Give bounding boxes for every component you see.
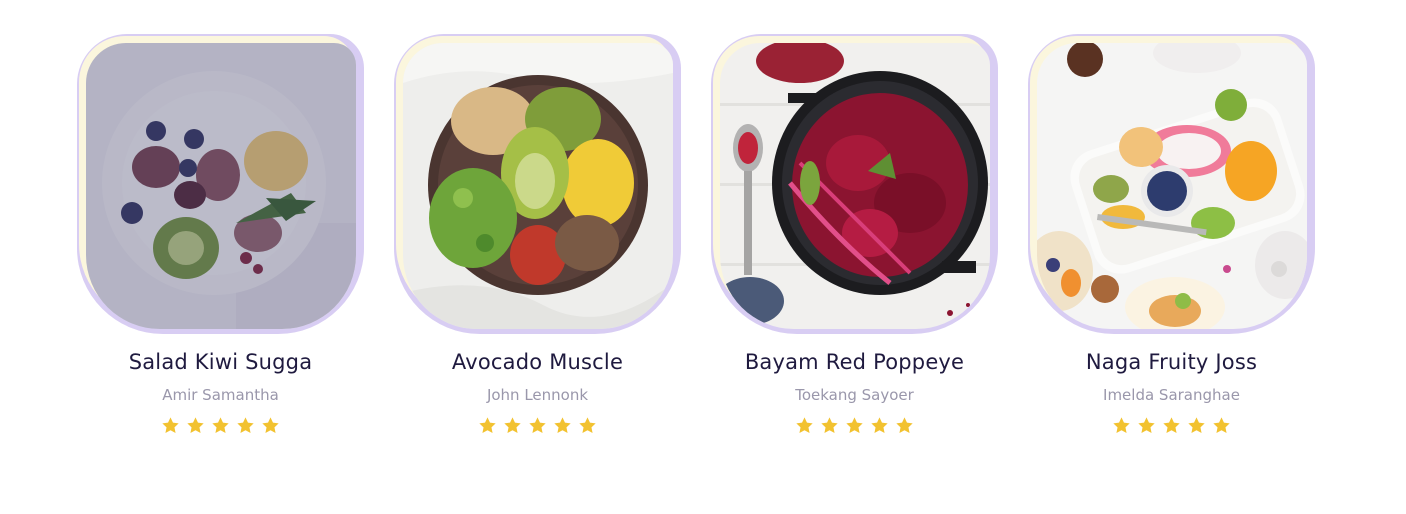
recipe-photo-avocado-bowl[interactable] (403, 43, 673, 329)
star-icon (1112, 416, 1131, 435)
recipe-title[interactable]: Salad Kiwi Sugga (77, 350, 364, 374)
star-icon (161, 416, 180, 435)
star-icon (236, 416, 255, 435)
star-icon (820, 416, 839, 435)
star-icon (186, 416, 205, 435)
recipe-title[interactable]: Bayam Red Poppeye (711, 350, 998, 374)
star-icon (795, 416, 814, 435)
star-icon (1187, 416, 1206, 435)
card-image-frame (394, 34, 681, 334)
recipe-card-grid: Salad Kiwi Sugga Amir Samantha Avocado M… (77, 34, 1317, 454)
recipe-author: Imelda Saranghae (1103, 386, 1240, 404)
star-icon (553, 416, 572, 435)
star-icon (870, 416, 889, 435)
star-icon (845, 416, 864, 435)
recipe-photo-salad-kiwi[interactable] (86, 43, 356, 329)
star-icon (1212, 416, 1231, 435)
recipe-photo-fruit-platter[interactable] (1037, 43, 1307, 329)
recipe-author: Amir Samantha (162, 386, 279, 404)
star-icon (528, 416, 547, 435)
rating-stars (711, 416, 998, 438)
star-icon (578, 416, 597, 435)
recipe-author: John Lennonk (486, 386, 589, 404)
star-icon (261, 416, 280, 435)
star-icon (895, 416, 914, 435)
star-icon (211, 416, 230, 435)
card-image-frame (1028, 34, 1315, 334)
star-icon (503, 416, 522, 435)
recipe-card[interactable]: Bayam Red Poppeye Toekang Sayoer (711, 34, 998, 454)
star-icon (478, 416, 497, 435)
rating-stars (394, 416, 681, 438)
recipe-card[interactable]: Naga Fruity Joss Imelda Saranghae (1028, 34, 1315, 454)
recipe-author: Toekang Sayoer (795, 386, 914, 404)
rating-stars (77, 416, 364, 438)
card-image-frame (77, 34, 364, 334)
star-icon (1137, 416, 1156, 435)
card-image-frame (711, 34, 998, 334)
rating-stars (1028, 416, 1315, 438)
recipe-title[interactable]: Naga Fruity Joss (1028, 350, 1315, 374)
recipe-card[interactable]: Avocado Muscle John Lennonk (394, 34, 681, 454)
recipe-title[interactable]: Avocado Muscle (394, 350, 681, 374)
recipe-card[interactable]: Salad Kiwi Sugga Amir Samantha (77, 34, 364, 454)
recipe-photo-red-spinach-pot[interactable] (720, 43, 990, 329)
star-icon (1162, 416, 1181, 435)
